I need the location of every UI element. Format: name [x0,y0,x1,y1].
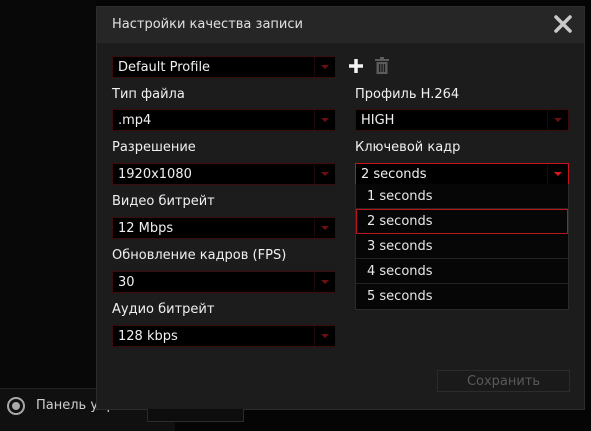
dialog-header: Настройки качества записи [97,7,584,43]
recording-quality-dialog: Настройки качества записи Default Profil… [96,6,585,410]
resolution-label: Разрешение [112,140,196,155]
chevron-down-icon [321,65,329,69]
control-panel-icon[interactable] [7,397,25,415]
chevron-down-icon [321,334,329,338]
chevron-down-icon [321,280,329,284]
chevron-down-icon [321,172,329,176]
file-type-select[interactable]: .mp4 [112,109,336,131]
save-button-label: Сохранить [466,374,541,389]
add-profile-button[interactable] [348,58,364,74]
keyframe-select[interactable]: 2 seconds [355,163,569,185]
fps-label: Обновление кадров (FPS) [112,248,287,263]
video-bitrate-value: 12 Mbps [118,221,174,236]
h264-profile-label: Профиль H.264 [355,87,460,102]
keyframe-option-label: 1 seconds [367,189,433,204]
keyframe-option[interactable]: 3 seconds [356,234,568,259]
audio-bitrate-value: 128 kbps [118,329,178,344]
audio-bitrate-label: Аудио битрейт [112,302,215,317]
trash-icon [375,57,389,74]
fps-select[interactable]: 30 [112,271,336,293]
delete-profile-button[interactable] [375,57,389,74]
chevron-down-icon [554,118,562,122]
background-app-area [0,0,96,388]
audio-bitrate-select[interactable]: 128 kbps [112,325,336,347]
fps-value: 30 [118,275,135,290]
profile-select-value: Default Profile [118,60,211,75]
keyframe-option[interactable]: 5 seconds [356,284,568,309]
save-button[interactable]: Сохранить [437,370,570,392]
close-button[interactable] [552,13,574,35]
keyframe-option[interactable]: 2 seconds [356,209,568,234]
video-bitrate-label: Видео битрейт [112,194,215,209]
keyframe-dropdown-list: 1 seconds 2 seconds 3 seconds 4 seconds 5 se… [355,184,569,310]
keyframe-option-label: 2 seconds [367,214,433,229]
chevron-down-icon [321,226,329,230]
resolution-select[interactable]: 1920x1080 [112,163,336,185]
plus-icon [349,59,363,73]
chevron-down-icon [554,172,562,176]
keyframe-value: 2 seconds [361,167,427,182]
file-type-value: .mp4 [118,113,152,128]
video-bitrate-select[interactable]: 12 Mbps [112,217,336,239]
dialog-title: Настройки качества записи [112,17,303,32]
keyframe-option[interactable]: 4 seconds [356,259,568,284]
file-type-label: Тип файла [112,87,185,102]
h264-profile-value: HIGH [361,113,395,128]
keyframe-label: Ключевой кадр [355,140,461,155]
resolution-value: 1920x1080 [118,167,192,182]
keyframe-option-label: 3 seconds [367,239,433,254]
keyframe-option-label: 4 seconds [367,264,433,279]
keyframe-option[interactable]: 1 seconds [356,184,568,209]
h264-profile-select[interactable]: HIGH [355,109,569,131]
close-icon [554,15,572,33]
chevron-down-icon [321,118,329,122]
bottom-tab [147,409,244,422]
keyframe-option-label: 5 seconds [367,289,433,304]
profile-select[interactable]: Default Profile [112,56,336,78]
